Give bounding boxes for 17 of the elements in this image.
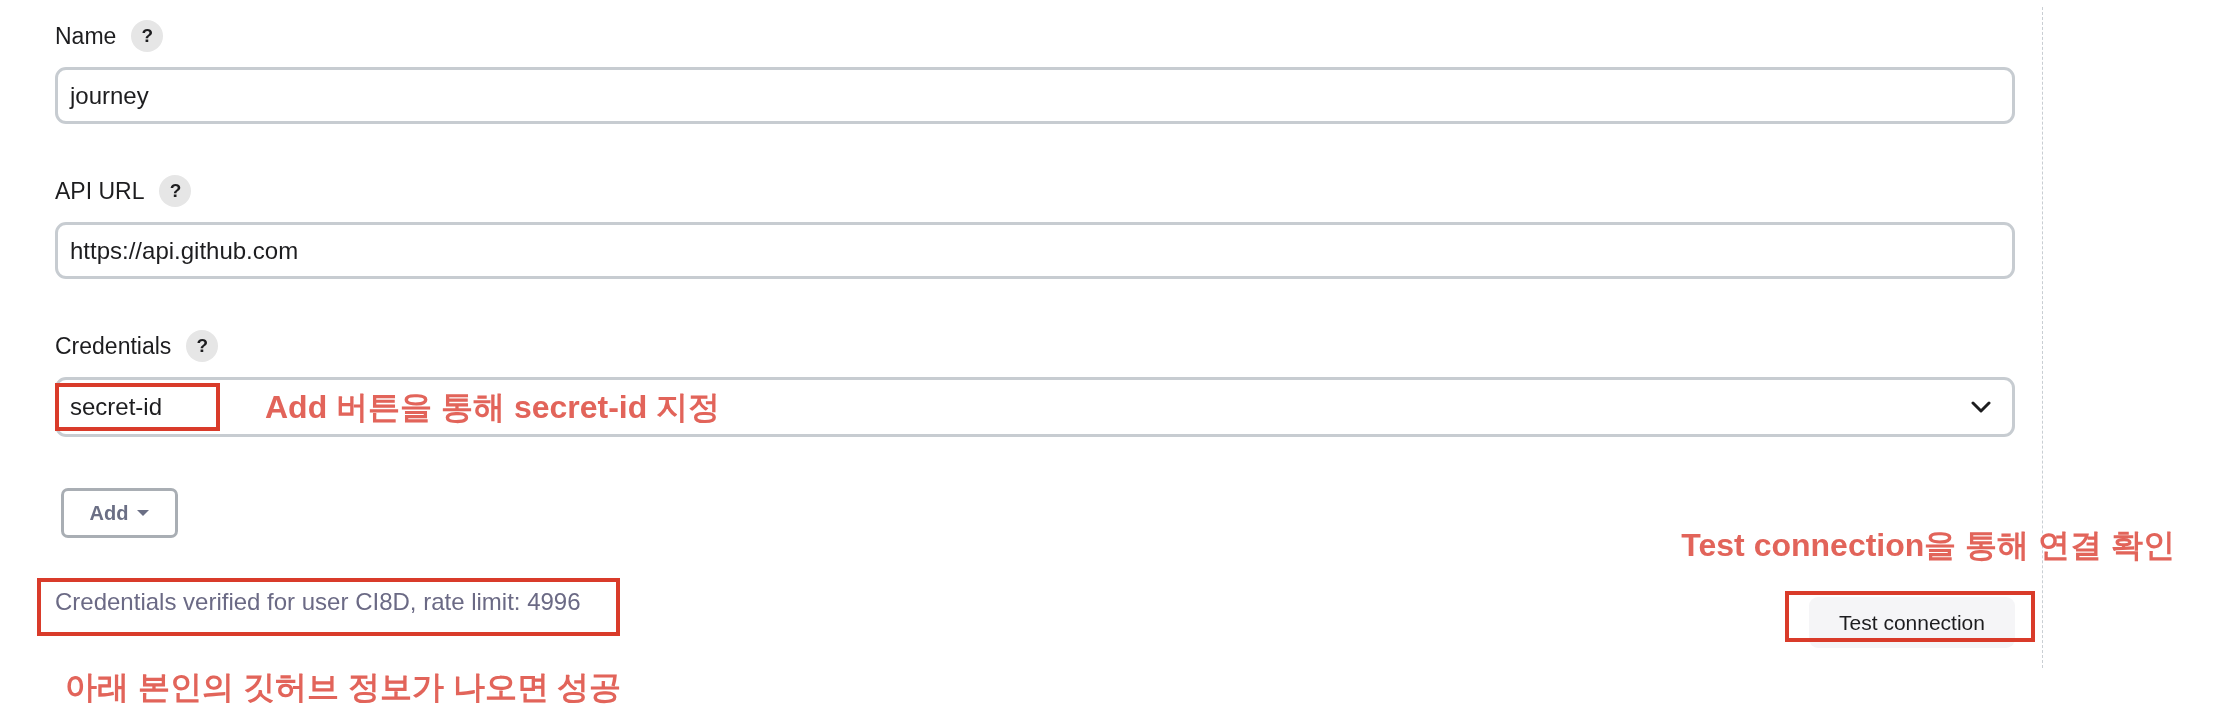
- help-button[interactable]: ?: [131, 20, 164, 52]
- help-button[interactable]: ?: [159, 175, 192, 207]
- text-field[interactable]: journey: [55, 67, 2015, 124]
- field-label: Credentials: [55, 332, 172, 360]
- caret-icon: [137, 510, 150, 516]
- help-button[interactable]: ?: [186, 330, 219, 362]
- field-label: Name: [55, 22, 117, 50]
- dropdown-select[interactable]: secret-id Add 버튼을 통해 secret-id 지정: [55, 377, 2015, 437]
- field-label: API URL: [55, 177, 145, 205]
- annotation-text: 아래 본인의 깃허브 정보가 나오면 성공: [65, 668, 622, 707]
- chevron-down-icon: [1971, 401, 1991, 413]
- annotation-text: Add 버튼을 통해 secret-id 지정: [265, 388, 721, 427]
- add-button[interactable]: Add: [61, 488, 178, 538]
- text-field[interactable]: https://api.github.com: [55, 222, 2015, 279]
- test-connection-button[interactable]: Test connection: [1809, 597, 2015, 648]
- status-message: Credentials verified for user CI8D, rate limit: 4996: [55, 588, 581, 616]
- annotation-text: Test connection을 통해 연결 확인: [1681, 526, 2175, 565]
